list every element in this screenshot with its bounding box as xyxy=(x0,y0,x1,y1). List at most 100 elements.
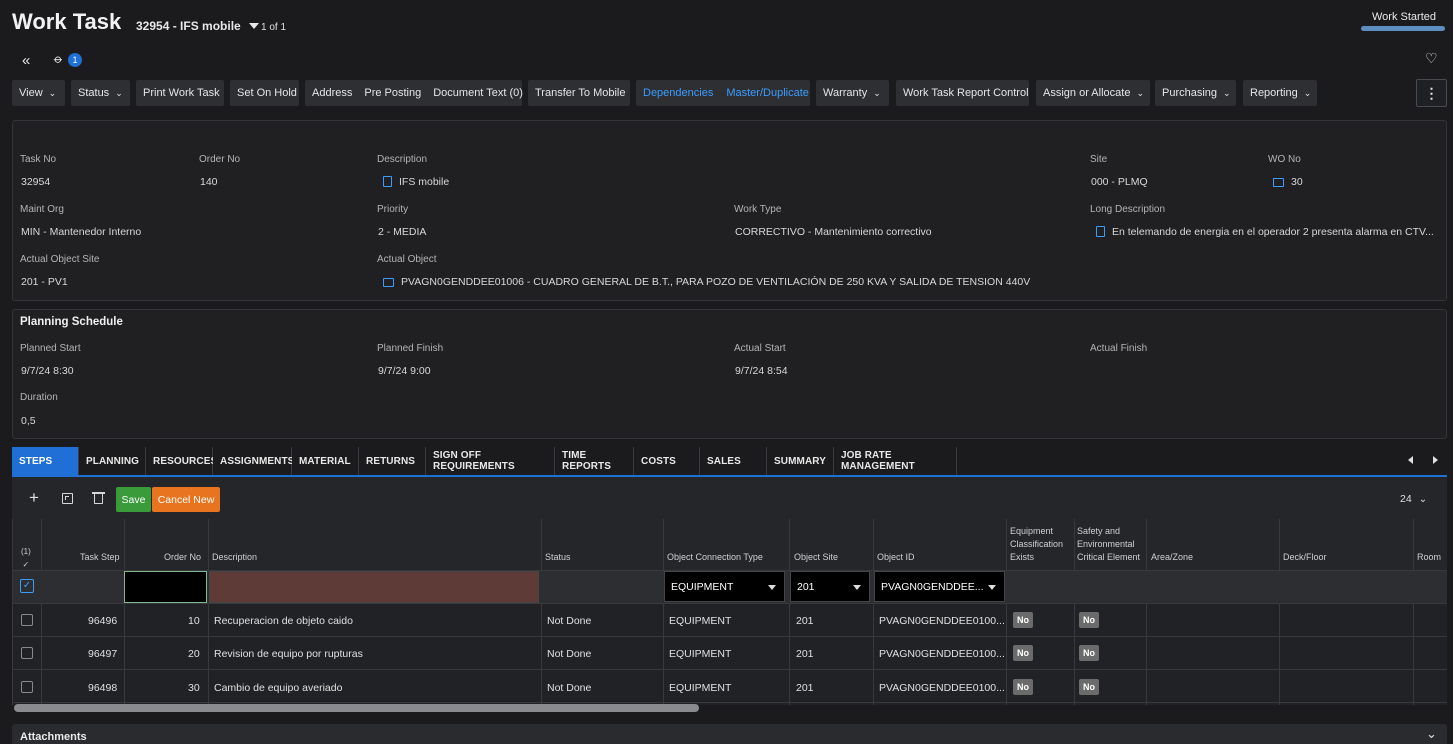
chevron-down-icon: ⌄ xyxy=(1136,87,1144,98)
actual-start-label: Actual Start xyxy=(734,343,786,354)
tab-summary[interactable]: SUMMARY xyxy=(767,447,834,475)
more-options-kebab-icon[interactable]: ⋮ xyxy=(1416,79,1447,107)
record-selector[interactable]: 32954 - IFS mobile xyxy=(136,19,259,33)
col-object-id[interactable]: Object ID xyxy=(877,551,915,564)
collapse-icon[interactable]: « xyxy=(22,52,30,69)
task-details-panel xyxy=(12,120,1447,301)
row-task-step: 96497 xyxy=(88,648,118,660)
tab-steps[interactable]: STEPS xyxy=(12,447,79,475)
page-size-selector[interactable]: 24 ⌄ xyxy=(1400,493,1427,505)
tab-assignments[interactable]: ASSIGNMENTS xyxy=(213,447,294,475)
add-row-icon[interactable]: + xyxy=(29,489,39,506)
purchasing-menu[interactable]: Purchasing ⌄ xyxy=(1155,80,1236,106)
attachment-icon[interactable]: ⌀ xyxy=(51,51,66,66)
tab-scroll-left-icon[interactable] xyxy=(1408,456,1413,464)
dependencies-button[interactable]: Dependencies xyxy=(643,87,713,99)
row-description: Revision de equipo por rupturas xyxy=(214,648,363,660)
set-on-hold-button[interactable]: Set On Hold xyxy=(230,80,299,106)
new-description-input[interactable] xyxy=(209,571,539,603)
chevron-down-icon[interactable]: ⌄ xyxy=(1426,726,1437,742)
report-control-button[interactable]: Work Task Report Control xyxy=(896,80,1029,106)
row-description: Recuperacion de objeto caido xyxy=(214,615,353,627)
row-object-id-link[interactable]: PVAGN0GENDDEE0100... xyxy=(879,682,1005,694)
row-checkbox[interactable] xyxy=(21,681,33,693)
col-status[interactable]: Status xyxy=(545,551,571,564)
col-deck-floor[interactable]: Deck/Floor xyxy=(1283,551,1327,564)
tab-resources[interactable]: RESOURCES xyxy=(146,447,217,475)
col-safety-critical[interactable]: Safety and Environmental Critical Element xyxy=(1077,525,1140,564)
transfer-to-mobile-button[interactable]: Transfer To Mobile xyxy=(528,80,630,106)
row-checkbox[interactable] xyxy=(21,647,33,659)
reporting-menu[interactable]: Reporting ⌄ xyxy=(1243,80,1317,106)
tab-costs[interactable]: COSTS xyxy=(634,447,700,475)
tab-time-reports[interactable]: TIME REPORTS xyxy=(555,447,634,475)
new-object-id-select[interactable]: PVAGN0GENDDEE... xyxy=(874,571,1005,602)
col-object-connection-type[interactable]: Object Connection Type xyxy=(667,551,763,564)
delete-trash-icon[interactable] xyxy=(92,492,105,504)
print-work-task-button[interactable]: Print Work Task xyxy=(136,80,224,106)
row-object-id-link[interactable]: PVAGN0GENDDEE0100... xyxy=(879,648,1005,660)
tab-job-rate[interactable]: JOB RATE MANAGEMENT xyxy=(834,447,957,475)
new-order-no-input[interactable] xyxy=(124,571,207,603)
row-object-site-link[interactable]: 201 xyxy=(796,648,814,660)
pager: 1 of 1 xyxy=(261,22,287,33)
row-equipment-badge: No xyxy=(1013,679,1033,695)
view-menu[interactable]: View ⌄ xyxy=(12,80,65,106)
assign-allocate-menu[interactable]: Assign or Allocate ⌄ xyxy=(1036,80,1150,106)
save-button[interactable]: Save xyxy=(116,487,151,512)
actual-object-link[interactable]: PVAGN0GENDDEE01006 - CUADRO GENERAL DE B… xyxy=(383,276,1030,288)
row-object-site-link[interactable]: 201 xyxy=(796,682,814,694)
favorite-heart-icon[interactable]: ♡ xyxy=(1425,50,1438,67)
pre-posting-button[interactable]: Pre Posting xyxy=(364,87,421,99)
grid-horizontal-scrollbar[interactable] xyxy=(14,704,699,712)
document-text-button[interactable]: Document Text (0) xyxy=(433,87,523,99)
col-order-no[interactable]: Order No xyxy=(164,551,201,564)
tab-scroll-right-icon[interactable] xyxy=(1433,456,1438,464)
col-safety-line3: Critical Element xyxy=(1077,552,1141,562)
attachment-count-badge: 1 xyxy=(68,53,82,67)
tab-returns[interactable]: RETURNS xyxy=(359,447,426,475)
new-connection-type-select[interactable]: EQUIPMENT xyxy=(664,571,785,602)
new-object-site-select[interactable]: 201 xyxy=(790,571,870,602)
col-equipment-classification[interactable]: Equipment Classification Exists xyxy=(1010,525,1063,564)
col-description[interactable]: Description xyxy=(212,551,257,564)
planned-start-value: 9/7/24 8:30 xyxy=(21,365,74,377)
master-duplicate-button[interactable]: Master/Duplicate xyxy=(726,87,809,99)
status-label: Work Started xyxy=(1372,11,1436,23)
col-task-step[interactable]: Task Step xyxy=(80,551,120,564)
priority-link[interactable]: 2 - MEDIA xyxy=(378,226,426,238)
object-site-link[interactable]: 201 - PV1 xyxy=(21,276,68,288)
row-checkbox[interactable] xyxy=(21,614,33,626)
new-row-checkbox[interactable]: ✓ xyxy=(20,579,34,593)
row-object-id-link[interactable]: PVAGN0GENDDEE0100... xyxy=(879,615,1005,627)
col-room[interactable]: Room xyxy=(1417,551,1441,564)
document-icon xyxy=(383,176,392,187)
wo-no-link[interactable]: 30 xyxy=(1273,176,1303,188)
select-all-header[interactable]: (1) ✓ xyxy=(21,545,31,571)
record-icon xyxy=(383,278,394,287)
row-order-no: 30 xyxy=(188,682,200,694)
col-area-zone[interactable]: Area/Zone xyxy=(1151,551,1193,564)
row-object-site-link[interactable]: 201 xyxy=(796,615,814,627)
tab-material[interactable]: MATERIAL xyxy=(292,447,359,475)
tab-planning[interactable]: PLANNING xyxy=(79,447,146,475)
object-site-label: Actual Object Site xyxy=(20,254,100,265)
planned-finish-label: Planned Finish xyxy=(377,343,444,354)
tab-sign-off[interactable]: SIGN OFF REQUIREMENTS xyxy=(426,447,555,475)
wo-no-text: 30 xyxy=(1291,176,1303,188)
wo-no-label: WO No xyxy=(1268,154,1301,165)
col-object-site[interactable]: Object Site xyxy=(794,551,838,564)
long-description-text: En telemando de energia en el operador 2… xyxy=(1112,226,1434,238)
address-button[interactable]: Address xyxy=(312,87,352,99)
work-type-link[interactable]: CORRECTIVO - Mantenimiento correctivo xyxy=(735,226,932,238)
planned-finish-value: 9/7/24 9:00 xyxy=(378,365,431,377)
warranty-menu[interactable]: Warranty ⌄ xyxy=(816,80,889,106)
site-link[interactable]: 000 - PLMQ xyxy=(1091,176,1148,188)
dropdown-arrow-icon xyxy=(768,585,776,590)
attachments-panel[interactable] xyxy=(12,724,1447,744)
status-menu[interactable]: Status ⌄ xyxy=(71,80,130,106)
duplicate-icon[interactable] xyxy=(62,493,73,504)
col-equip-line2: Classification xyxy=(1010,539,1064,549)
tab-sales[interactable]: SALES xyxy=(700,447,767,475)
cancel-new-button[interactable]: Cancel New xyxy=(152,487,220,512)
